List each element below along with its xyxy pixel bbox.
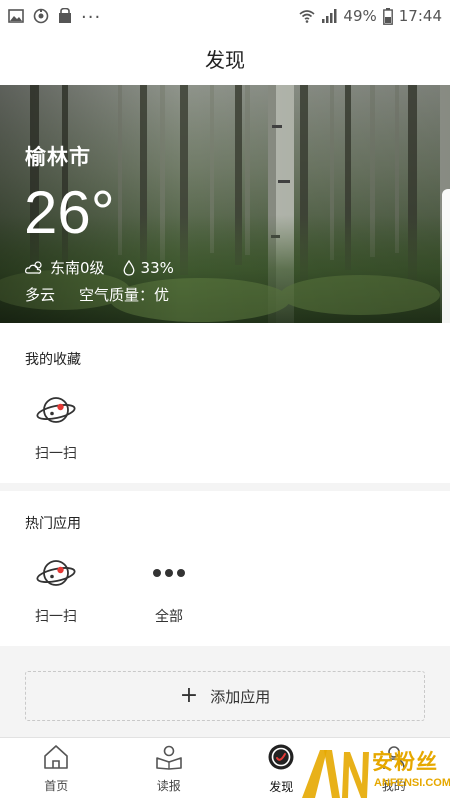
- image-icon: [8, 9, 24, 23]
- hot-all-apps[interactable]: 全部: [129, 556, 209, 626]
- more-dots-icon: [149, 556, 189, 594]
- nav-read-label: 读报: [156, 779, 181, 793]
- weather-wind-row: 东南0级 33%: [25, 257, 174, 278]
- battery-icon: [382, 7, 393, 25]
- status-more: ...: [81, 2, 102, 23]
- plus-icon: +: [179, 683, 199, 708]
- wifi-icon: [299, 9, 315, 23]
- favorites-title: 我的收藏: [25, 352, 81, 368]
- bag-icon: [58, 8, 72, 24]
- nav-discover-label: 发现: [269, 780, 294, 794]
- nav-read[interactable]: 读报: [113, 738, 226, 800]
- nav-home[interactable]: 首页: [0, 738, 113, 800]
- battery-percent: 49%: [343, 7, 377, 25]
- weather-city: 榆林市: [25, 145, 91, 169]
- hot-all-label: 全部: [155, 609, 183, 625]
- droplet-icon: [123, 259, 135, 276]
- discover-icon: [267, 743, 295, 775]
- status-time: 17:44: [398, 7, 442, 25]
- weather-temperature: 26°: [24, 179, 115, 246]
- weather-condition: 多云: [25, 286, 56, 304]
- nav-home-label: 首页: [44, 779, 69, 793]
- weather-card[interactable]: 榆林市 26° 东南0级 33% 多云 空气质量：优: [0, 85, 450, 323]
- weather-info: 榆林市 26° 东南0级 33% 多云 空气质量：优: [0, 85, 450, 323]
- hot-apps-section: 热门应用 扫一扫 全部: [0, 491, 450, 646]
- status-bar: ... 49% 17:44: [0, 0, 450, 32]
- nav-profile[interactable]: 我的: [338, 738, 450, 800]
- profile-icon: [380, 744, 408, 774]
- favorites-section: 我的收藏 扫一扫: [0, 323, 450, 483]
- nav-profile-label: 我的: [381, 779, 406, 793]
- favorite-scan-app[interactable]: 扫一扫: [16, 393, 96, 463]
- hot-scan-label: 扫一扫: [35, 609, 77, 625]
- side-drawer-handle[interactable]: [442, 189, 450, 323]
- read-icon: [155, 744, 183, 774]
- page-title: 发现: [205, 48, 245, 72]
- add-app-label: 添加应用: [210, 687, 271, 706]
- hot-scan-app[interactable]: 扫一扫: [16, 556, 96, 626]
- weather-wind: 东南0级: [50, 259, 105, 277]
- cloud-wind-icon: [25, 260, 44, 275]
- favorite-scan-label: 扫一扫: [35, 446, 77, 462]
- weather-condition-row: 多云 空气质量：优: [25, 284, 169, 305]
- weather-humidity: 33%: [140, 258, 174, 277]
- hot-apps-title: 热门应用: [25, 516, 81, 532]
- sync-icon: [33, 8, 49, 24]
- home-icon: [42, 744, 70, 774]
- page-header: 发现: [0, 32, 450, 85]
- bottom-nav: 首页 读报 发现 我的: [0, 737, 450, 800]
- planet-icon: [36, 556, 76, 594]
- planet-icon: [36, 393, 76, 431]
- signal-icon: [321, 9, 337, 23]
- nav-discover[interactable]: 发现: [225, 738, 338, 800]
- weather-air-quality: 空气质量：优: [79, 286, 170, 304]
- add-app-button[interactable]: + 添加应用: [25, 671, 425, 721]
